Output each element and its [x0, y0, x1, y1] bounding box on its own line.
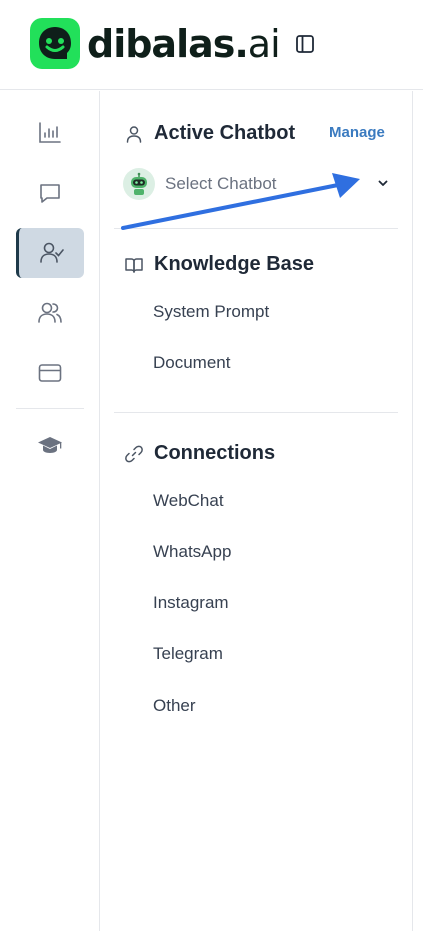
rail-item-contacts[interactable] [16, 288, 84, 338]
rail-item-chats[interactable] [16, 168, 84, 218]
chat-bubble-icon [40, 184, 60, 203]
knowledge-base-title: Knowledge Base [154, 253, 315, 275]
menu-item-system-prompt[interactable]: System Prompt [153, 302, 269, 322]
app-header: dibalas.ai [0, 0, 423, 90]
active-chatbot-header: Active Chatbot [124, 122, 295, 145]
rail-item-agents[interactable] [16, 228, 84, 278]
users-icon [38, 302, 62, 323]
link-icon [125, 445, 143, 462]
bot-avatar [123, 168, 155, 200]
menu-item-telegram[interactable]: Telegram [153, 644, 223, 664]
graduation-cap-icon [38, 437, 62, 453]
robot-icon [131, 172, 147, 195]
menu-item-webchat[interactable]: WebChat [153, 491, 224, 511]
rail-item-analytics[interactable] [16, 108, 84, 158]
rail-item-learn[interactable] [16, 420, 84, 470]
chatbot-select-value: Select Chatbot [165, 174, 277, 193]
manage-link[interactable]: Manage [329, 124, 385, 141]
active-chatbot-title: Active Chatbot [154, 122, 296, 144]
chatbot-select[interactable]: Select Chatbot [123, 167, 391, 201]
knowledge-base-header: Knowledge Base [124, 253, 314, 276]
section-divider [114, 412, 398, 413]
menu-item-other[interactable]: Other [153, 696, 196, 716]
sidebar-toggle-icon[interactable] [294, 33, 316, 55]
connections-title: Connections [154, 442, 276, 464]
connections-header: Connections [124, 442, 275, 465]
chevron-down-icon [378, 180, 388, 186]
icon-rail [0, 91, 100, 931]
panel-right-border [412, 91, 413, 931]
rail-item-billing[interactable] [16, 348, 84, 398]
bar-chart-icon [39, 122, 61, 143]
chatbot-panel: Active Chatbot Manage Select Chatbot Kno… [101, 91, 412, 931]
menu-item-whatsapp[interactable]: WhatsApp [153, 542, 231, 562]
rail-divider [16, 408, 84, 409]
menu-item-document[interactable]: Document [153, 353, 230, 373]
credit-card-icon [38, 364, 62, 382]
brand-logo-text: dibalas.ai [87, 22, 281, 66]
section-divider [114, 228, 398, 229]
open-book-icon [125, 257, 143, 273]
menu-item-instagram[interactable]: Instagram [153, 593, 229, 613]
user-icon [126, 125, 142, 143]
logo-icon [30, 18, 80, 69]
user-check-icon [39, 242, 64, 263]
